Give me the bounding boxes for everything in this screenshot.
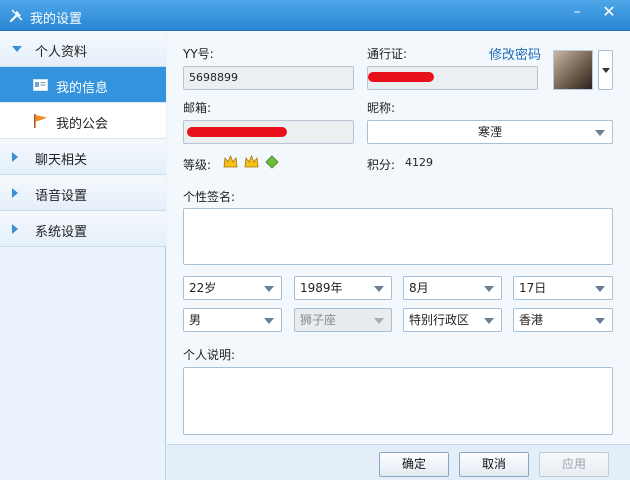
birth-year-select[interactable]: 1989年: [294, 276, 392, 300]
birth-month-value: 8月: [409, 281, 429, 295]
sidebar-group-label: 聊天相关: [35, 153, 88, 168]
sidebar-group-profile[interactable]: 个人资料: [0, 31, 166, 67]
ok-button[interactable]: 确定: [379, 452, 449, 477]
city-value: 香港: [519, 313, 544, 327]
sidebar-group-label: 语音设置: [35, 189, 88, 204]
age-value: 22岁: [189, 281, 217, 295]
profile-panel: YY号: 5698899 通行证: 修改密码 邮箱: 昵称: 寒湮 等级: 积分…: [167, 31, 630, 444]
zodiac-value: 狮子座: [300, 313, 337, 327]
signature-input[interactable]: [183, 208, 613, 265]
chevron-right-icon: [12, 224, 18, 234]
nickname-value: 寒湮: [477, 125, 502, 139]
birth-year-value: 1989年: [300, 281, 343, 295]
sidebar-group-voice[interactable]: 语音设置: [0, 175, 166, 211]
yy-number-field: 5698899: [183, 66, 354, 90]
nickname-input[interactable]: 寒湮: [367, 120, 613, 144]
level-label: 等级:: [183, 158, 212, 172]
level-badges: [223, 154, 281, 172]
avatar[interactable]: [553, 50, 593, 90]
crown-icon: [244, 154, 259, 172]
diamond-icon: [265, 155, 279, 172]
passport-label: 通行证:: [367, 47, 408, 61]
email-field: [183, 120, 354, 144]
yy-number-label: YY号:: [183, 47, 214, 61]
sidebar-item-label: 我的信息: [56, 81, 109, 96]
region-value: 特别行政区: [409, 313, 470, 327]
points-label: 积分:: [367, 158, 396, 172]
sidebar-group-label: 个人资料: [35, 45, 88, 60]
id-card-icon: [33, 79, 48, 91]
tools-icon: [9, 9, 23, 23]
close-button[interactable]: ✕: [594, 1, 624, 23]
zodiac-select: 狮子座: [294, 308, 392, 332]
points-value: 4129: [405, 156, 433, 169]
sidebar-item-my-guild[interactable]: 我的公会: [0, 103, 166, 139]
signature-label: 个性签名:: [183, 190, 236, 204]
redacted-email: [187, 127, 287, 137]
passport-field: [367, 66, 538, 90]
chevron-down-icon: [264, 318, 274, 324]
nickname-label: 昵称:: [367, 101, 396, 115]
apply-button: 应用: [539, 452, 609, 477]
description-input[interactable]: [183, 367, 613, 435]
sidebar-group-chat[interactable]: 聊天相关: [0, 139, 166, 175]
city-select[interactable]: 香港: [513, 308, 613, 332]
chevron-down-icon: [12, 46, 22, 52]
minimize-button[interactable]: –: [562, 1, 592, 23]
crown-icon: [223, 154, 238, 172]
chevron-down-icon: [374, 286, 384, 292]
chevron-right-icon: [12, 188, 18, 198]
avatar-dropdown-button[interactable]: [598, 50, 613, 90]
title-bar: 我的设置 – ✕: [0, 0, 630, 31]
gender-value: 男: [189, 313, 202, 327]
chevron-down-icon: [595, 286, 605, 292]
chevron-down-icon: [602, 68, 610, 73]
chevron-down-icon: [595, 318, 605, 324]
change-password-link[interactable]: 修改密码: [489, 44, 541, 63]
chevron-down-icon: [484, 318, 494, 324]
sidebar-group-system[interactable]: 系统设置: [0, 211, 166, 247]
chevron-down-icon: [264, 286, 274, 292]
cancel-button[interactable]: 取消: [459, 452, 529, 477]
chevron-down-icon: [484, 286, 494, 292]
chevron-right-icon: [12, 152, 18, 162]
sidebar-item-my-info[interactable]: 我的信息: [0, 67, 166, 103]
region-select[interactable]: 特别行政区: [403, 308, 502, 332]
dialog-footer: 确定 取消 应用: [167, 444, 630, 480]
age-select[interactable]: 22岁: [183, 276, 282, 300]
settings-sidebar: 个人资料 我的信息 我的公会 聊天相关 语音设置 系统设置: [0, 31, 166, 480]
gender-select[interactable]: 男: [183, 308, 282, 332]
window-title: 我的设置: [30, 12, 83, 27]
sidebar-group-label: 系统设置: [35, 225, 88, 240]
chevron-down-icon: [374, 318, 384, 324]
flag-icon: [34, 114, 47, 128]
birth-day-value: 17日: [519, 281, 547, 295]
redacted-passport: [368, 72, 434, 82]
birth-day-select[interactable]: 17日: [513, 276, 613, 300]
birth-month-select[interactable]: 8月: [403, 276, 502, 300]
email-label: 邮箱:: [183, 101, 212, 115]
chevron-down-icon: [595, 130, 605, 136]
sidebar-item-label: 我的公会: [56, 117, 109, 132]
description-label: 个人说明:: [183, 348, 236, 362]
